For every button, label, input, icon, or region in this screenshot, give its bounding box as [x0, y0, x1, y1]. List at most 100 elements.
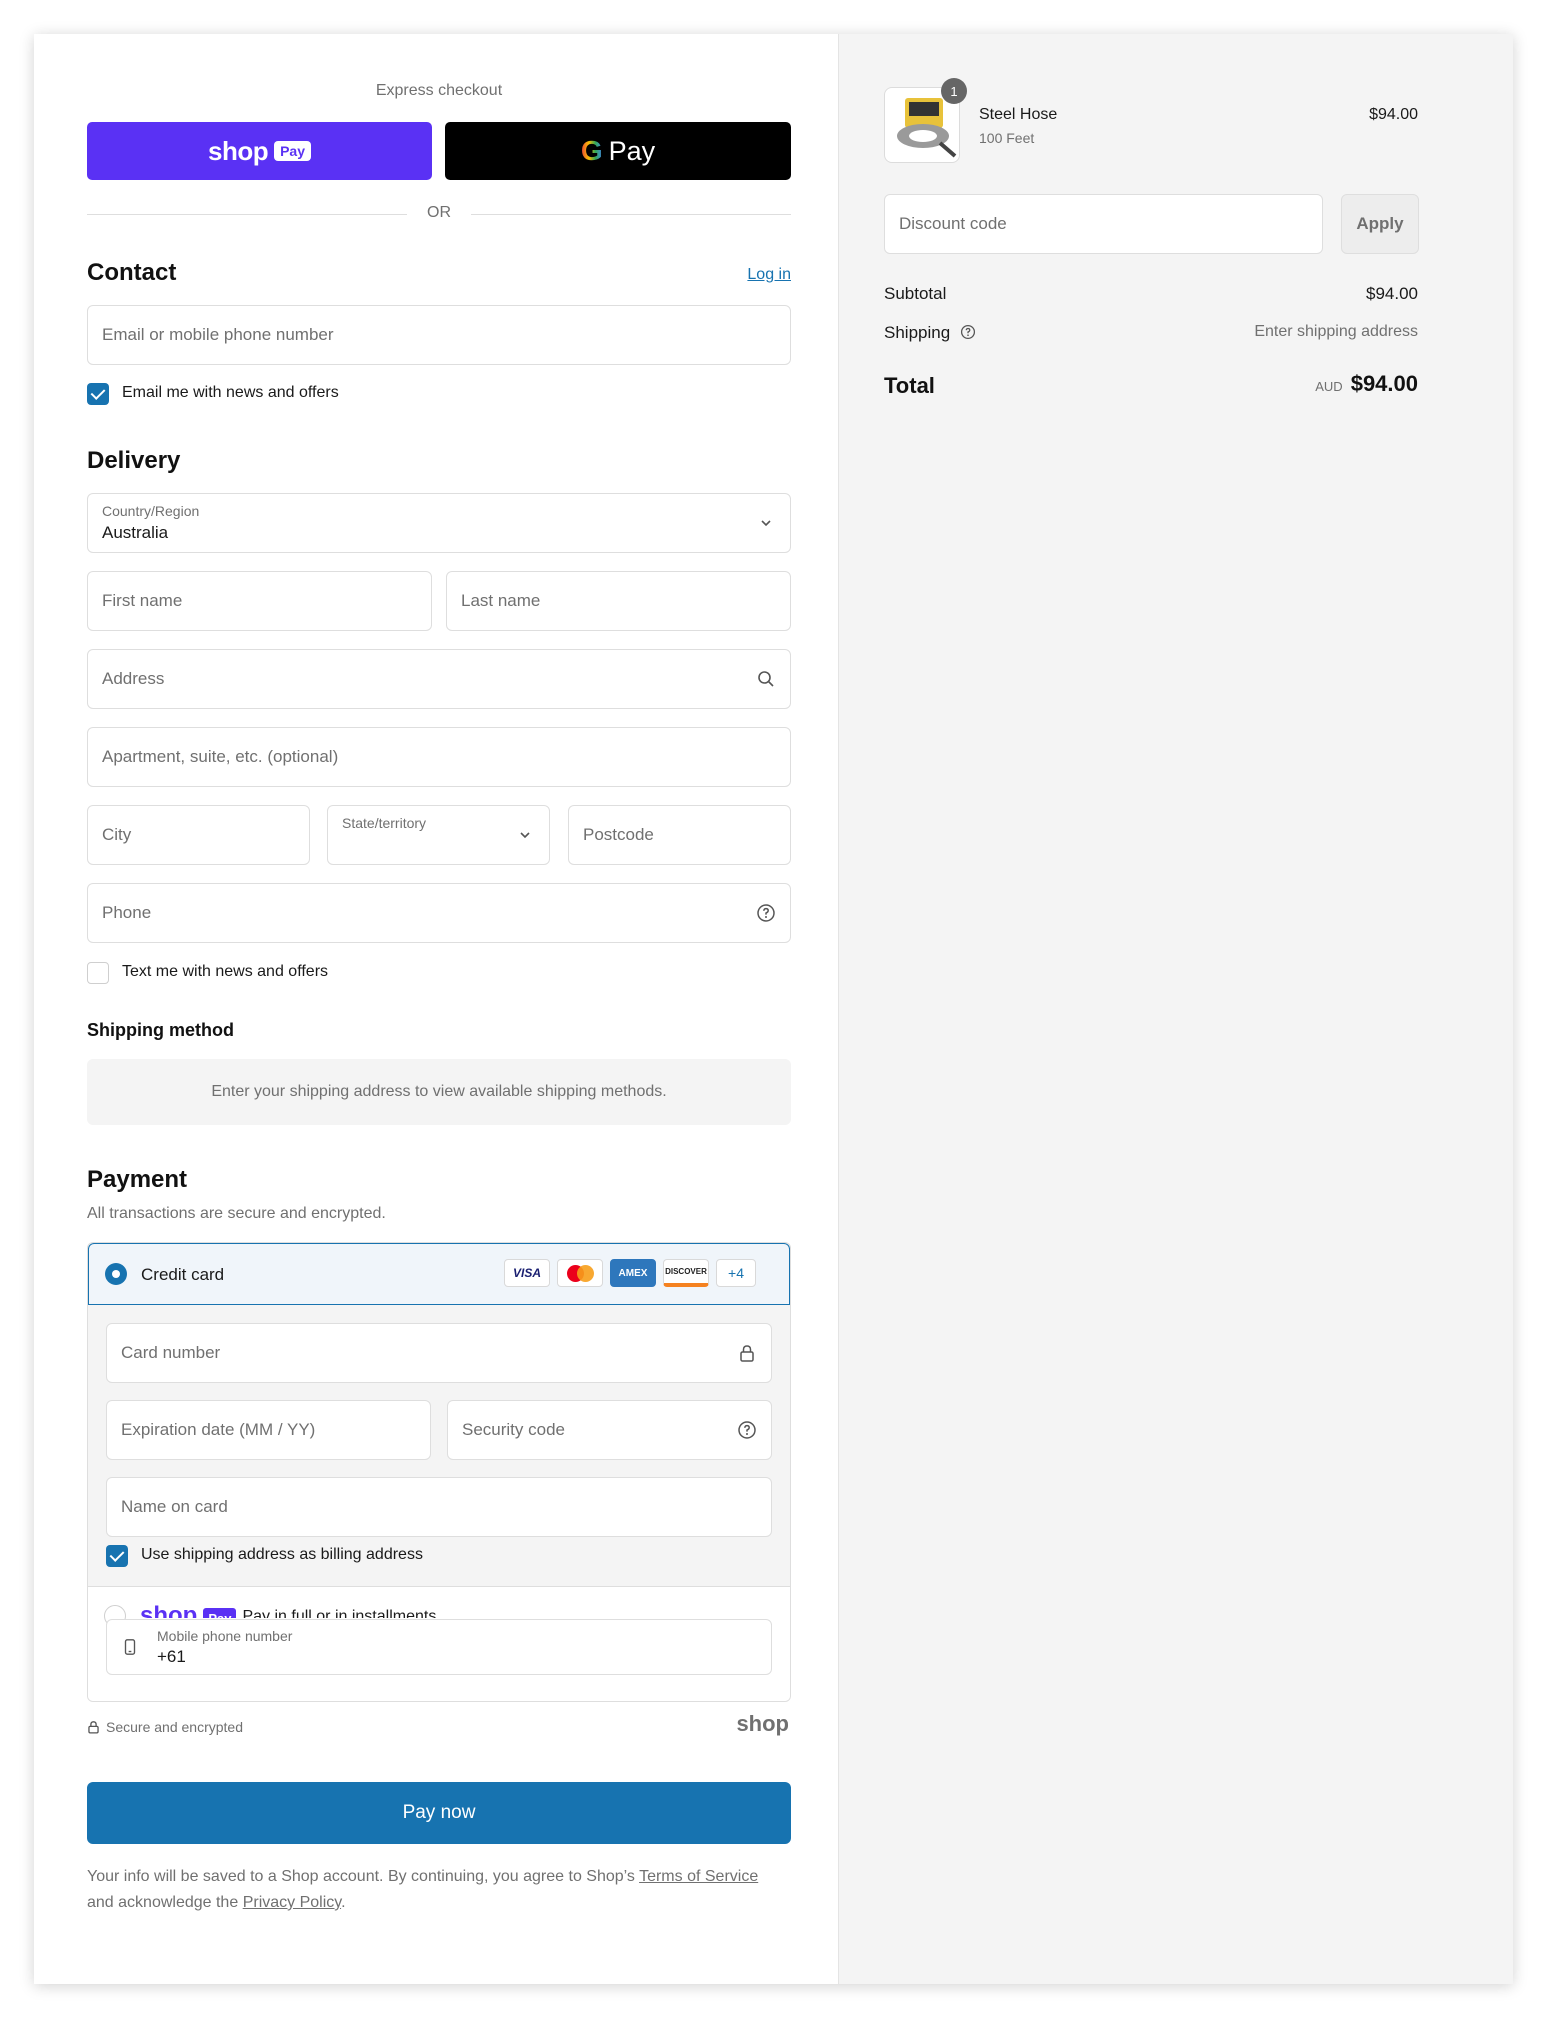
- billing-address-checkbox[interactable]: [106, 1545, 128, 1567]
- state-label: State/territory: [342, 815, 427, 831]
- chevron-down-icon: [520, 832, 530, 839]
- mastercard-logo: [557, 1259, 603, 1287]
- shop-pay-logo: shop: [140, 1602, 198, 1618]
- pay-now-button[interactable]: Pay now: [87, 1782, 791, 1844]
- mobile-phone-value: +61: [157, 1647, 186, 1666]
- footer-legal-text: Your info will be saved to a Shop accoun…: [87, 1864, 767, 1916]
- phone-field[interactable]: Phone: [87, 883, 791, 943]
- payment-heading: Payment: [87, 1166, 188, 1193]
- shop-logo: shop: [736, 1711, 789, 1736]
- email-news-label: Email me with news and offers: [122, 384, 339, 401]
- total-value: $94.00: [1350, 371, 1418, 396]
- google-pay-button[interactable]: G Pay: [445, 122, 791, 180]
- shop-pay-option-label: Pay in full or in installments: [242, 1608, 437, 1618]
- mobile-phone-icon: [124, 1639, 136, 1655]
- name-on-card-placeholder: Name on card: [121, 1497, 228, 1516]
- discover-logo: DISCOVER: [663, 1259, 709, 1287]
- apply-button[interactable]: Apply: [1341, 194, 1419, 254]
- checkout-window: Express checkout shop Pay G Pay OR Conta…: [34, 34, 1513, 1984]
- address-placeholder: Address: [102, 669, 165, 688]
- payment-subtitle: All transactions are secure and encrypte…: [87, 1205, 386, 1222]
- first-name-placeholder: First name: [102, 591, 183, 610]
- total-label: Total: [884, 373, 935, 398]
- product-price: $94.00: [1369, 106, 1418, 123]
- text-news-checkbox[interactable]: [87, 962, 109, 984]
- city-field[interactable]: City: [87, 805, 310, 865]
- address-field[interactable]: Address: [87, 649, 791, 709]
- mobile-phone-field[interactable]: Mobile phone number +61: [106, 1619, 772, 1675]
- first-name-field[interactable]: First name: [87, 571, 432, 631]
- lock-icon: [88, 1721, 99, 1734]
- google-g-icon: G: [580, 135, 603, 166]
- shipping-method-heading: Shipping method: [87, 1020, 234, 1040]
- name-on-card-field[interactable]: Name on card: [106, 1477, 772, 1537]
- subtotal-label: Subtotal: [884, 284, 947, 303]
- email-placeholder: Email or mobile phone number: [102, 325, 334, 344]
- visa-logo: VISA: [504, 1259, 550, 1287]
- terms-link[interactable]: Terms of Service: [639, 1868, 758, 1885]
- express-checkout-title: Express checkout: [375, 82, 503, 99]
- payment-methods-box: Credit card Card number Expiration date …: [87, 1242, 791, 1702]
- product-variant: 100 Feet: [979, 130, 1035, 146]
- login-link[interactable]: Log in: [747, 266, 791, 284]
- security-code-field[interactable]: Security code: [447, 1400, 772, 1460]
- state-select[interactable]: State/territory: [327, 805, 550, 865]
- shop-pay-option[interactable]: shop Pay Pay in full or in installments …: [88, 1586, 790, 1701]
- email-field[interactable]: Email or mobile phone number: [87, 305, 791, 365]
- card-number-field[interactable]: Card number: [106, 1323, 772, 1383]
- mobile-phone-label: Mobile phone number: [157, 1628, 293, 1644]
- last-name-placeholder: Last name: [461, 591, 541, 610]
- shipping-label: Shipping: [884, 323, 951, 342]
- postcode-placeholder: Postcode: [583, 825, 654, 844]
- footer-text-mid: and acknowledge the: [87, 1894, 239, 1911]
- city-placeholder: City: [102, 825, 132, 844]
- shipping-value: Enter shipping address: [1254, 323, 1418, 340]
- billing-address-label: Use shipping address as billing address: [141, 1546, 423, 1563]
- product-name: Steel Hose: [979, 106, 1058, 123]
- footer-text-before: Your info will be saved to a Shop accoun…: [87, 1868, 635, 1885]
- subtotal-value: $94.00: [1366, 284, 1418, 303]
- country-value: Australia: [102, 523, 169, 542]
- product-thumbnail: 1: [884, 78, 967, 163]
- gpay-label: Pay: [608, 135, 656, 166]
- secure-note: Secure and encrypted: [106, 1719, 243, 1735]
- credit-card-label: Credit card: [141, 1265, 225, 1284]
- expiration-placeholder: Expiration date (MM / YY): [121, 1420, 316, 1439]
- country-label: Country/Region: [102, 503, 200, 519]
- delivery-heading: Delivery: [87, 447, 181, 474]
- or-label: OR: [427, 204, 451, 221]
- credit-card-radio[interactable]: [105, 1263, 127, 1285]
- text-news-label: Text me with news and offers: [122, 963, 329, 980]
- shop-pay-button[interactable]: shop Pay: [87, 122, 432, 180]
- phone-placeholder: Phone: [102, 903, 152, 922]
- apartment-field[interactable]: Apartment, suite, etc. (optional): [87, 727, 791, 787]
- email-news-checkbox[interactable]: [87, 383, 109, 405]
- apartment-placeholder: Apartment, suite, etc. (optional): [102, 747, 339, 766]
- help-icon[interactable]: [756, 903, 776, 923]
- or-divider: OR: [87, 204, 791, 224]
- pay-badge: Pay: [274, 141, 312, 161]
- country-select[interactable]: Country/Region Australia: [87, 493, 791, 553]
- help-icon[interactable]: [960, 324, 976, 340]
- discount-code-field[interactable]: Discount code: [884, 194, 1323, 254]
- currency-code: AUD: [1315, 379, 1343, 394]
- postcode-field[interactable]: Postcode: [568, 805, 791, 865]
- shipping-method-message: Enter your shipping address to view avai…: [87, 1059, 791, 1125]
- chevron-down-icon: [761, 520, 771, 527]
- footer-end: .: [341, 1894, 346, 1911]
- help-icon[interactable]: [737, 1420, 757, 1440]
- order-summary: 1 Steel Hose 100 Feet $94.00 Discount co…: [838, 34, 1513, 1984]
- search-icon: [758, 671, 774, 687]
- last-name-field[interactable]: Last name: [446, 571, 791, 631]
- card-number-placeholder: Card number: [121, 1343, 221, 1362]
- discount-code-placeholder: Discount code: [899, 214, 1007, 233]
- amex-logo: AMEX: [610, 1259, 656, 1287]
- lock-icon: [740, 1345, 754, 1362]
- privacy-link[interactable]: Privacy Policy: [243, 1894, 341, 1911]
- more-cards-badge: +4: [716, 1259, 756, 1287]
- shop-pay-badge: Pay: [203, 1608, 237, 1618]
- shop-logo: shop: [207, 135, 269, 166]
- checkout-form: Express checkout shop Pay G Pay OR Conta…: [34, 34, 838, 1984]
- expiration-field[interactable]: Expiration date (MM / YY): [106, 1400, 431, 1460]
- quantity-badge: 1: [941, 78, 967, 104]
